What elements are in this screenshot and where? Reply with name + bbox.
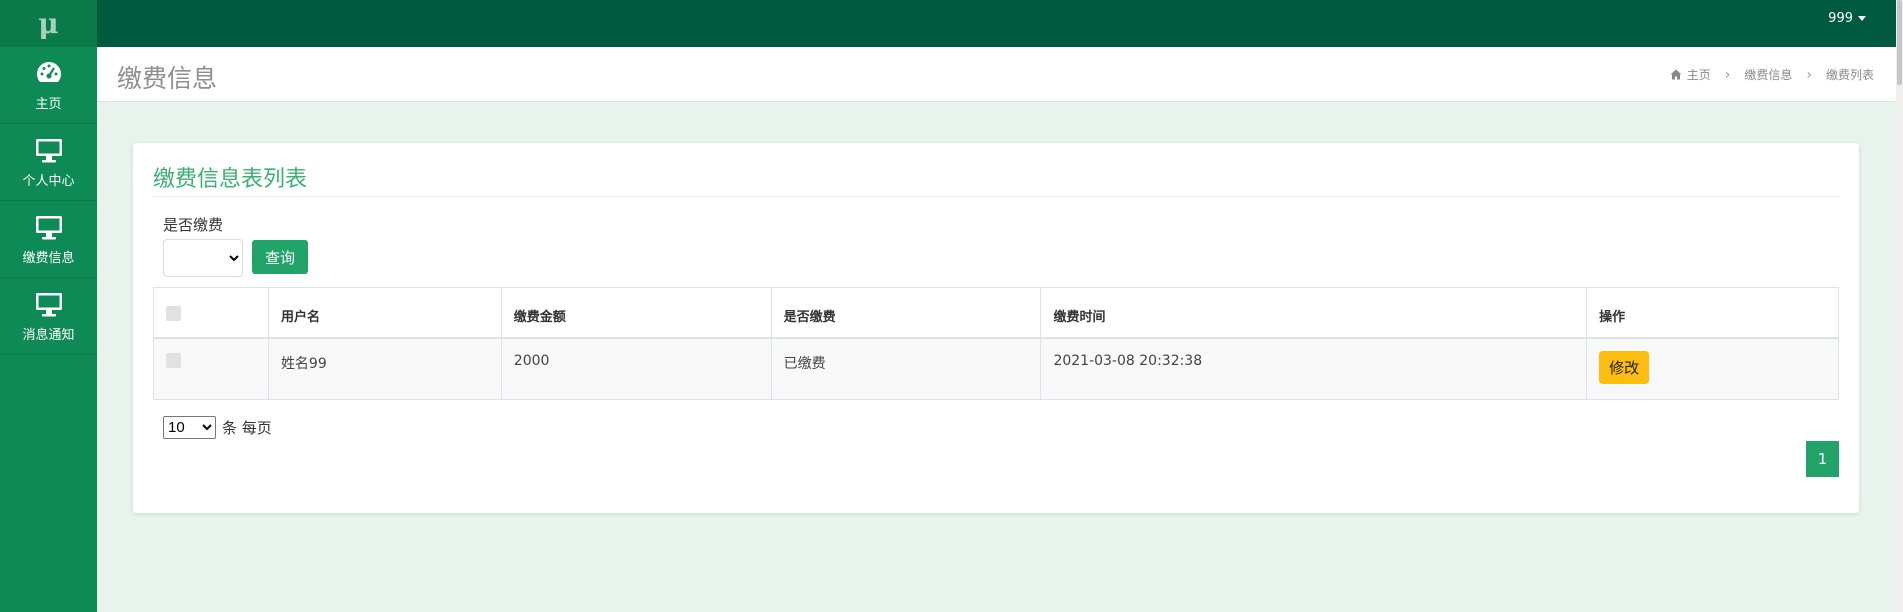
column-header-action: 操作	[1586, 287, 1839, 339]
home-icon	[1670, 69, 1682, 80]
cell-payment-time: 2021-03-08 20:32:38	[1040, 337, 1588, 400]
page-size-suffix: 条 每页	[222, 419, 272, 437]
breadcrumb-home[interactable]: 主页	[1687, 66, 1711, 83]
divider	[153, 196, 1839, 197]
column-header-amount[interactable]: 缴费金额	[500, 287, 772, 339]
table-header-row: 用户名 缴费金额 是否缴费 缴费时间 操作	[153, 287, 1839, 339]
app-logo[interactable]: μ	[0, 0, 97, 47]
paid-filter-select[interactable]	[163, 239, 243, 277]
cell-username: 姓名99	[267, 337, 502, 400]
username: 999	[1828, 11, 1853, 26]
pagination-page-1[interactable]: 1	[1806, 441, 1839, 477]
chevron-right-icon: ›	[1724, 66, 1731, 83]
payment-list-card: 缴费信息表列表 是否缴费 查询 用户名 缴费金额 是否缴费 缴费时间 操作 姓名…	[133, 143, 1859, 513]
cell-paid-status: 已缴费	[770, 337, 1042, 400]
sidebar-item-label: 个人中心	[22, 173, 75, 189]
select-all-checkbox[interactable]	[166, 306, 181, 321]
page-title: 缴费信息	[117, 64, 218, 93]
row-select-cell	[153, 337, 269, 400]
sidebar-item-personal-center[interactable]: 个人中心	[0, 124, 97, 201]
sidebar-item-home[interactable]: 主页	[0, 47, 97, 124]
select-all-header	[153, 287, 269, 339]
sidebar-item-label: 缴费信息	[22, 250, 75, 266]
breadcrumb: 主页 › 缴费信息 › 缴费列表	[1670, 66, 1874, 83]
column-header-paid[interactable]: 是否缴费	[770, 287, 1042, 339]
sidebar-item-notifications[interactable]: 消息通知	[0, 278, 97, 355]
column-header-username[interactable]: 用户名	[267, 287, 502, 339]
paid-filter-label: 是否缴费	[163, 216, 224, 234]
top-navbar: 999	[97, 0, 1896, 47]
sidebar: μ 主页 个人中心 缴费信息 消息通知	[0, 0, 97, 612]
page-size-control: 10 条 每页	[163, 416, 272, 439]
sidebar-item-label: 消息通知	[22, 327, 75, 343]
card-title: 缴费信息表列表	[153, 167, 308, 192]
cell-amount: 2000	[500, 337, 772, 400]
page-size-select[interactable]: 10	[163, 416, 216, 439]
sidebar-item-payment-info[interactable]: 缴费信息	[0, 201, 97, 278]
monitor-icon	[35, 215, 62, 239]
user-dropdown[interactable]: 999	[1828, 11, 1866, 26]
dashboard-icon	[36, 61, 61, 82]
sidebar-item-label: 主页	[35, 96, 62, 112]
edit-button[interactable]: 修改	[1599, 350, 1650, 384]
payment-table: 用户名 缴费金额 是否缴费 缴费时间 操作 姓名99 2000 已缴费 2021…	[153, 287, 1839, 400]
breadcrumb-payment-list: 缴费列表	[1825, 68, 1874, 82]
caret-down-icon	[1858, 16, 1866, 21]
vertical-scrollbar[interactable]	[1896, 0, 1903, 612]
breadcrumb-payment-info[interactable]: 缴费信息	[1744, 66, 1792, 83]
row-checkbox[interactable]	[166, 352, 181, 368]
monitor-icon	[35, 138, 62, 162]
monitor-icon	[35, 292, 62, 316]
scrollbar-thumb[interactable]	[1897, 0, 1902, 85]
query-button[interactable]: 查询	[252, 240, 308, 274]
cell-actions: 修改	[1586, 337, 1839, 400]
logo-text: μ	[38, 7, 59, 40]
column-header-time[interactable]: 缴费时间	[1040, 287, 1588, 339]
page-header: 缴费信息 主页 › 缴费信息 › 缴费列表	[97, 47, 1896, 102]
table-row: 姓名99 2000 已缴费 2021-03-08 20:32:38 修改	[153, 337, 1839, 400]
chevron-right-icon: ›	[1806, 66, 1812, 83]
